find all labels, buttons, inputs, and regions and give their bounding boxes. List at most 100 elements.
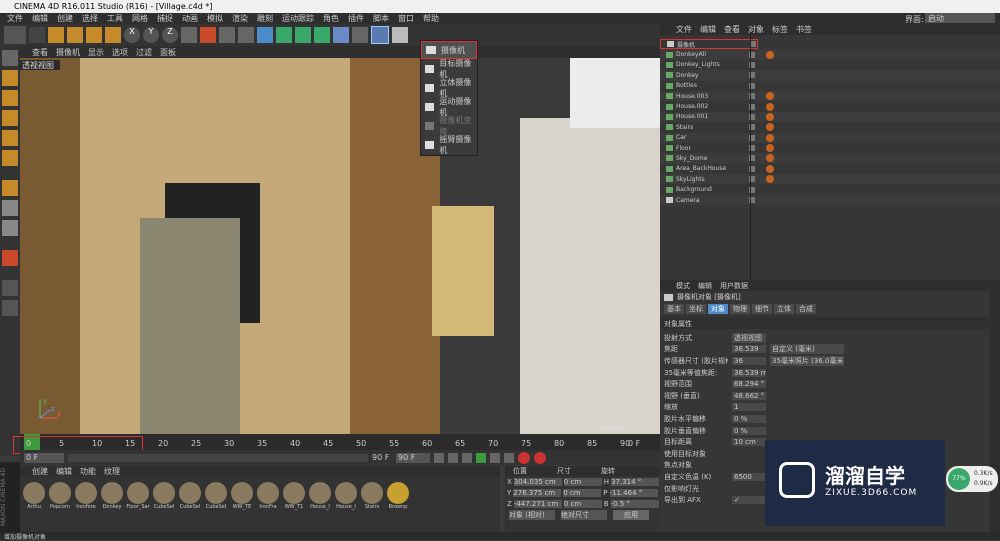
property-value[interactable]: 透视视图 [732, 332, 766, 343]
material-swatch[interactable]: Brownp [386, 482, 410, 510]
material-swatch[interactable]: House_I [308, 482, 332, 510]
property-unit-select[interactable]: 自定义 (毫米) [770, 344, 844, 355]
max-frame-field[interactable]: 90 F [396, 452, 430, 463]
z-axis-lock-icon[interactable]: Z [162, 27, 178, 43]
tag-icon[interactable] [766, 133, 774, 142]
stereo-camera-menu-item[interactable]: 立体摄像机 [421, 78, 477, 98]
render-icon[interactable] [219, 27, 235, 43]
layout-select[interactable]: 启动 [925, 13, 995, 23]
menu-item[interactable]: 雕刻 [257, 13, 273, 24]
property-value[interactable]: ✓ [732, 496, 766, 505]
camera-tool-icon[interactable] [371, 26, 389, 44]
grid-icon[interactable] [2, 300, 18, 316]
autokey-icon[interactable] [534, 451, 546, 464]
position-y-field[interactable]: 276.375 cm [513, 488, 562, 497]
viewport-menu-item[interactable]: 显示 [88, 47, 104, 58]
size-mode-select[interactable]: 绝对尺寸 [561, 510, 607, 520]
edge-mode-icon[interactable] [2, 130, 18, 146]
object-row[interactable]: DonkeyAll [660, 49, 1000, 60]
texture-mode-icon[interactable] [2, 90, 18, 106]
material-swatch[interactable]: Donkey [100, 482, 124, 510]
tab-basic[interactable]: 基本 [664, 303, 684, 314]
tag-icon[interactable] [766, 175, 774, 184]
property-value[interactable]: 48.662 ° [732, 391, 766, 400]
om-menu-item[interactable]: 标签 [772, 24, 788, 35]
model-mode-icon[interactable] [2, 70, 18, 86]
viewport-menu-item[interactable]: 查看 [32, 47, 48, 58]
object-row[interactable]: House.002 [660, 101, 1000, 111]
tag-icon[interactable] [766, 50, 774, 59]
rotation-b-field[interactable]: -0.5 ° [610, 499, 659, 508]
target-camera-menu-item[interactable]: 目标摄像机 [421, 59, 477, 79]
tab-coord[interactable]: 坐标 [686, 303, 706, 314]
om-menu-item[interactable]: 编辑 [700, 24, 716, 35]
tag-icon[interactable] [766, 92, 774, 101]
move-icon[interactable] [48, 27, 64, 43]
menu-item[interactable]: 文件 [7, 13, 23, 24]
property-value[interactable]: 36 [732, 356, 766, 365]
object-row[interactable]: Background [660, 184, 1000, 194]
tag-icon[interactable] [766, 102, 774, 111]
menu-item[interactable]: 脚本 [373, 13, 389, 24]
deformer-icon[interactable] [333, 27, 349, 43]
property-unit-select[interactable]: 35毫米照片 (36.0毫米) [770, 355, 844, 366]
object-row[interactable]: Camera [660, 194, 1000, 206]
snap-icon[interactable] [2, 220, 18, 236]
material-swatch[interactable]: IronFra [256, 482, 280, 510]
coord-mode-select[interactable]: 对象 (相对) [509, 510, 555, 520]
workplane-icon[interactable] [2, 280, 18, 296]
material-swatch[interactable]: CubeSel [178, 482, 202, 510]
property-value[interactable]: 0 % [732, 426, 766, 435]
material-swatch[interactable]: CubeSel [152, 482, 176, 510]
floor-icon[interactable] [352, 27, 368, 43]
tag-icon[interactable] [766, 144, 774, 153]
menu-item[interactable]: 角色 [323, 13, 339, 24]
size-z-field[interactable]: 0 cm [563, 499, 602, 508]
menu-item[interactable]: 捕捉 [157, 13, 173, 24]
motion-camera-menu-item[interactable]: 运动摄像机 [421, 97, 477, 117]
material-menu-item[interactable]: 功能 [80, 466, 96, 477]
camera-menu-item[interactable]: 摄像机 [421, 41, 477, 59]
om-menu-item[interactable]: 对象 [748, 24, 764, 35]
point-mode-icon[interactable] [2, 110, 18, 126]
play-icon[interactable] [476, 452, 486, 463]
polygon-mode-icon[interactable] [2, 150, 18, 166]
array-icon[interactable] [314, 27, 330, 43]
tag-icon[interactable] [766, 123, 774, 132]
menu-item[interactable]: 选择 [82, 13, 98, 24]
apply-button[interactable]: 应用 [613, 510, 649, 520]
tag-icon[interactable] [766, 112, 774, 121]
property-value[interactable]: 10 cm [732, 438, 766, 447]
om-menu-item[interactable]: 文件 [676, 24, 692, 35]
spline-icon[interactable] [276, 27, 292, 43]
material-swatch[interactable]: House_I [334, 482, 358, 510]
tab-details[interactable]: 细节 [752, 303, 772, 314]
viewport-menu-item[interactable]: 过滤 [136, 47, 152, 58]
cube-icon[interactable] [257, 27, 273, 43]
tweak-icon[interactable] [2, 200, 18, 216]
camera-morph-menu-item[interactable]: 摄像机变换 [421, 116, 477, 136]
menu-item[interactable]: 编辑 [32, 13, 48, 24]
y-axis-lock-icon[interactable]: Y [143, 27, 159, 43]
om-menu-item[interactable]: 查看 [724, 24, 740, 35]
menu-item[interactable]: 插件 [348, 13, 364, 24]
prev-key-icon[interactable] [448, 452, 458, 463]
undo-icon[interactable] [4, 26, 26, 44]
tab-physical[interactable]: 物理 [730, 303, 750, 314]
object-row[interactable]: House.003 [660, 90, 1000, 102]
size-x-field[interactable]: 0 cm [563, 477, 602, 486]
record-icon[interactable] [518, 451, 530, 464]
menu-item[interactable]: 创建 [57, 13, 73, 24]
om-menu-item[interactable]: 书签 [796, 24, 812, 35]
menu-item[interactable]: 运动跟踪 [282, 13, 314, 24]
tab-stereo[interactable]: 立体 [774, 303, 794, 314]
am-menu-item[interactable]: 用户数据 [720, 281, 748, 291]
tab-object[interactable]: 对象 [708, 303, 728, 314]
timeline-ruler[interactable]: 0 5 10 15 20 25 30 35 40 45 50 55 60 65 70 75 80 85 90 0 F [13, 434, 660, 454]
object-row[interactable]: Floor [660, 143, 1000, 153]
object-row[interactable]: Donkey [660, 70, 1000, 81]
menu-item[interactable]: 网格 [132, 13, 148, 24]
material-menu-item[interactable]: 创建 [32, 466, 48, 477]
next-frame-icon[interactable] [490, 452, 500, 463]
material-swatch[interactable]: Popcorn [48, 482, 72, 510]
